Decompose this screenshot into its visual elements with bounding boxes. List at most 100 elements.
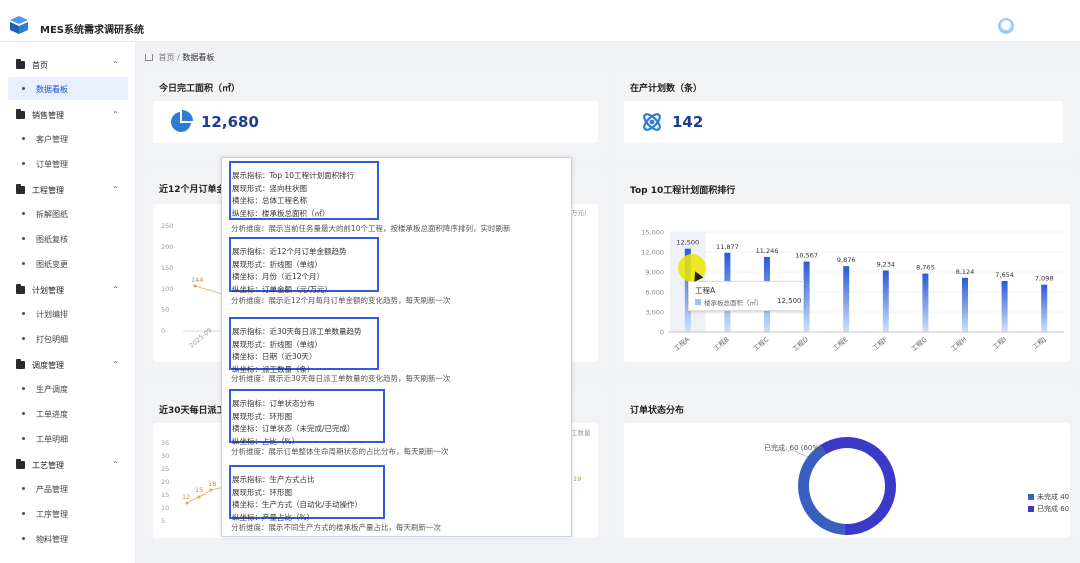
breadcrumb-home[interactable]: 首页: [159, 53, 175, 62]
sidebar-group-2[interactable]: 工程管理 ⌃: [0, 178, 135, 202]
daily-unit-fragment: 工数量: [571, 429, 591, 437]
daily-point-label: 18: [208, 480, 217, 488]
sidebar-group-4[interactable]: 调度管理 ⌃: [0, 353, 135, 377]
bullet-icon: [22, 137, 25, 140]
annotation-analysis: 分析维度：展示当前任务量最大的前10个工程，按楼承板总面积降序排列，实时刷新: [231, 224, 511, 233]
sidebar-group-5[interactable]: 工艺管理 ⌃: [0, 453, 135, 477]
sidebar-item[interactable]: 客户管理: [8, 127, 128, 150]
legend-item-incomplete[interactable]: 未完成 40: [1028, 492, 1069, 502]
donut-slice[interactable]: [798, 444, 846, 535]
y-tick-label: 30: [161, 452, 170, 460]
app-title: MES系统需求调研系统: [40, 25, 144, 36]
folder-icon: [16, 284, 25, 294]
x-tick-label: 工程I: [991, 335, 1008, 352]
home-icon[interactable]: [145, 54, 153, 61]
bullet-icon: [22, 387, 25, 390]
sidebar-group-3[interactable]: 计划管理 ⌃: [0, 278, 135, 302]
sidebar-item[interactable]: 工单进度: [8, 402, 128, 425]
bar-tooltip: 工程A 楼承板总面积（㎡） 12,500: [688, 281, 804, 311]
annotation-line: 展示指标：近12个月订单金额趋势: [232, 247, 347, 256]
sidebar-item[interactable]: 拆解图纸: [8, 202, 128, 225]
x-tick-label: 工程E: [831, 335, 850, 353]
chevron-up-icon[interactable]: ⌃: [112, 110, 119, 119]
y-tick-label: 10: [161, 504, 170, 512]
bar-data-label: 9,234: [876, 260, 895, 268]
chevron-up-icon[interactable]: ⌃: [112, 185, 119, 194]
donut-slice-label: 已完成: 60 (60%): [764, 444, 822, 452]
annotation-line: 横坐标：订单状态（未完成/已完成）: [232, 424, 355, 433]
order-status-chart-area: 已完成: 60 (60%) 未完成 40 已完成 60: [624, 423, 1070, 538]
donut-slice[interactable]: [820, 437, 896, 535]
today-area-inner: 12,680: [153, 101, 598, 143]
sidebar-group-0[interactable]: 首页 ⌃: [0, 53, 135, 77]
sidebar-item[interactable]: 工单明细: [8, 427, 128, 450]
sidebar-item-label: 打包明细: [36, 335, 68, 344]
in-production-card: 在产计划数（条） 142: [616, 73, 1078, 157]
bar-data-label: 7,098: [1035, 275, 1054, 283]
sidebar-group-1[interactable]: 销售管理 ⌃: [0, 103, 135, 127]
sidebar-item-label: 物料管理: [36, 535, 68, 544]
sidebar-item[interactable]: 订单管理: [8, 152, 128, 175]
x-tick-label: 工程B: [712, 335, 731, 353]
annotation-analysis: 分析维度：展示近12个月每月订单金额的变化趋势，每天刷新一次: [231, 296, 451, 305]
sidebar-item[interactable]: 生产调度: [8, 377, 128, 400]
sidebar-item[interactable]: 物料管理: [8, 527, 128, 550]
breadcrumb-current: 数据看板: [182, 53, 215, 62]
sidebar-item[interactable]: 产品管理: [8, 477, 128, 500]
annotation-line: 展现形式：折线图（单线）: [232, 259, 322, 269]
atom-icon: [643, 113, 661, 131]
sidebar-item[interactable]: 打包明细: [8, 327, 128, 350]
daily-point: [185, 501, 189, 505]
legend-label: 未完成 40: [1037, 493, 1070, 501]
bullet-icon: [22, 537, 25, 540]
bar-data-label: 7,654: [995, 271, 1014, 279]
bar: [922, 273, 929, 332]
sidebar-item[interactable]: 计划编排: [8, 302, 128, 325]
sidebar-item-label: 客户管理: [36, 135, 68, 144]
legend-item-complete[interactable]: 已完成 60: [1028, 504, 1069, 514]
legend-swatch: [1028, 494, 1034, 500]
y-tick-label: 250: [161, 222, 174, 230]
chevron-up-icon[interactable]: ⌃: [112, 60, 119, 69]
monthly-line-segment: [194, 285, 223, 295]
in-production-title: 在产计划数（条）: [630, 84, 703, 94]
order-status-donut-chart: [774, 437, 896, 535]
sidebar-item-label: 计划编排: [36, 310, 68, 319]
bullet-icon: [22, 212, 25, 215]
sidebar-item[interactable]: 工序管理: [8, 502, 128, 525]
folder-icon: [16, 359, 25, 369]
sidebar-item-label: 图纸变更: [36, 260, 68, 269]
y-tick-label: 25: [161, 465, 170, 473]
breadcrumb-separator: /: [177, 53, 180, 62]
monthly-line-fragment: [183, 284, 223, 332]
annotation-panel: 展示指标：Top 10工程计划面积排行 展现形式：竖向柱状图 横坐标：总体工程名称纵…: [221, 157, 572, 537]
bullet-icon: [22, 162, 25, 165]
sidebar-group-label: 工艺管理: [32, 461, 64, 470]
folder-icon: [16, 59, 25, 69]
chevron-up-icon[interactable]: ⌃: [112, 285, 119, 294]
sidebar-item[interactable]: 图纸变更: [8, 252, 128, 275]
tooltip-swatch: [695, 299, 701, 305]
daily-point-label: 15: [195, 486, 204, 494]
annotation-line: 展示指标：Top 10工程计划面积排行: [232, 171, 355, 180]
sidebar-item[interactable]: 数据看板: [8, 77, 128, 100]
legend-label: 已完成 60: [1037, 505, 1070, 513]
tooltip-label: 楼承板总面积（㎡）: [704, 299, 763, 307]
sidebar-item-label: 工单进度: [36, 410, 68, 419]
y-tick-label: 3,000: [645, 309, 664, 317]
order-status-title: 订单状态分布: [630, 406, 685, 416]
bar-data-label: 10,567: [795, 252, 818, 260]
chevron-up-icon[interactable]: ⌃: [112, 460, 119, 469]
sidebar-item-label: 工单明细: [36, 435, 68, 444]
bullet-icon: [22, 487, 25, 490]
sidebar-item-label: 生产调度: [36, 385, 68, 394]
sidebar-item[interactable]: 图纸复核: [8, 227, 128, 250]
sidebar-item-label: 数据看板: [36, 85, 68, 94]
chevron-up-icon[interactable]: ⌃: [112, 360, 119, 369]
app-logo-icon: [10, 16, 28, 34]
daily-point: [197, 495, 201, 499]
annotation-line: 纵坐标：占比（%）: [232, 436, 300, 446]
bar-data-label: 8,124: [956, 268, 975, 276]
legend-swatch: [1028, 506, 1034, 512]
user-avatar[interactable]: [998, 18, 1014, 34]
